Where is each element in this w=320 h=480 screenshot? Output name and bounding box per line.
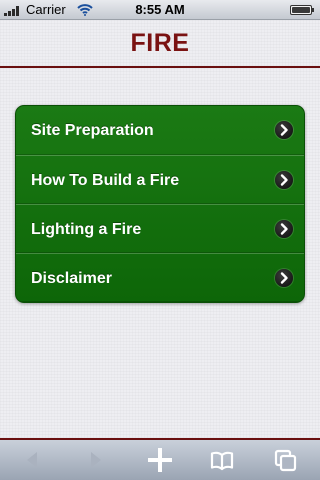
status-bar: Carrier 8:55 AM (0, 0, 320, 20)
book-icon (210, 451, 234, 471)
chevron-right-icon[interactable] (275, 220, 293, 238)
add-button[interactable] (140, 440, 180, 480)
back-arrow-icon (27, 452, 37, 468)
forward-arrow-icon (91, 452, 101, 468)
battery-level (292, 7, 310, 13)
chevron-right-icon[interactable] (275, 269, 293, 287)
menu-item-disclaimer[interactable]: Disclaimer (16, 253, 304, 302)
page-header: FIRE (0, 20, 320, 68)
menu-item-lighting-a-fire[interactable]: Lighting a Fire (16, 204, 304, 253)
forward-button[interactable] (75, 440, 115, 480)
plus-icon (148, 448, 172, 472)
browser-toolbar (0, 438, 320, 480)
menu-item-label: How To Build a Fire (31, 172, 180, 189)
pages-icon (274, 449, 297, 472)
battery-icon (290, 5, 314, 15)
menu-item-site-preparation[interactable]: Site Preparation (16, 106, 304, 155)
pages-button[interactable] (265, 440, 305, 480)
back-button[interactable] (13, 440, 53, 480)
menu-item-label: Lighting a Fire (31, 221, 142, 238)
menu-list: Site Preparation How To Build a Fire Lig… (15, 105, 305, 303)
status-time: 8:55 AM (135, 2, 185, 17)
chevron-right-icon[interactable] (275, 121, 293, 139)
bookmarks-button[interactable] (202, 440, 242, 480)
page-title: FIRE (130, 29, 190, 57)
menu-item-how-to-build-a-fire[interactable]: How To Build a Fire (16, 155, 304, 204)
menu-item-label: Site Preparation (31, 122, 154, 139)
chevron-right-icon[interactable] (275, 171, 293, 189)
menu-item-label: Disclaimer (31, 270, 112, 287)
